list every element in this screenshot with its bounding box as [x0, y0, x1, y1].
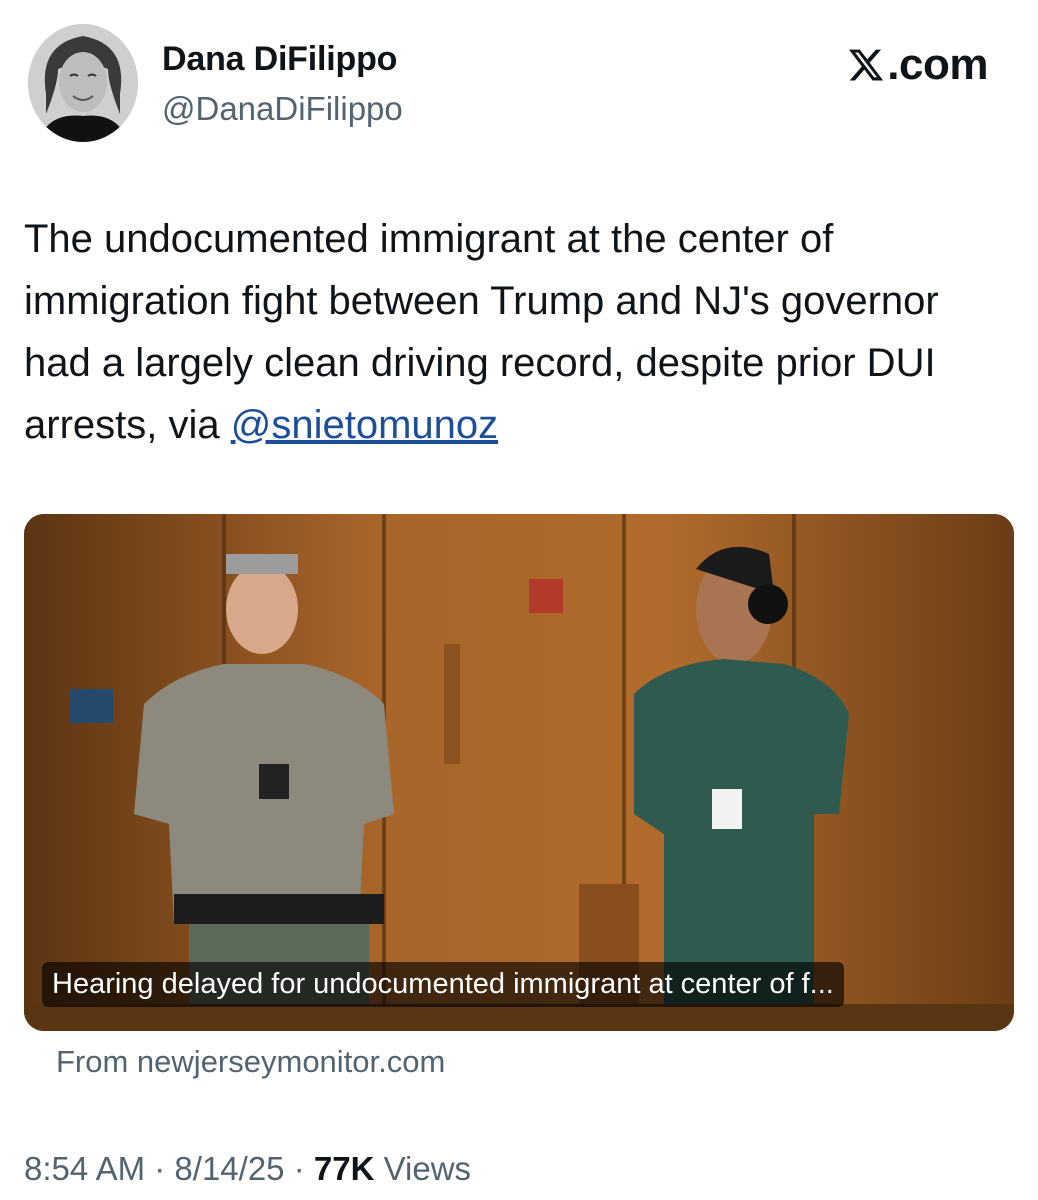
avatar-photo-icon	[28, 24, 138, 142]
card-headline[interactable]: Hearing delayed for undocumented immigra…	[42, 962, 844, 1007]
x-logo-icon	[849, 49, 884, 81]
views-count: 77K	[313, 1150, 375, 1187]
tweet-text: The undocumented immigrant at the center…	[24, 208, 1004, 456]
views-label: Views	[383, 1150, 472, 1187]
tweet-date[interactable]: 8/14/25	[174, 1150, 284, 1187]
tweet-screenshot: Dana DiFilippo @DanaDiFilippo .com The u…	[0, 0, 1038, 1200]
card-photo	[24, 514, 1014, 1031]
card-source[interactable]: From newjerseymonitor.com	[56, 1044, 445, 1080]
mention-link[interactable]: @snietomunoz	[231, 403, 498, 447]
meta-separator: ·	[154, 1150, 166, 1187]
author-display-name[interactable]: Dana DiFilippo	[162, 40, 397, 79]
brand-watermark: .com	[847, 40, 988, 90]
author-avatar[interactable]	[28, 24, 138, 142]
meta-separator: ·	[293, 1150, 305, 1187]
link-card[interactable]: Hearing delayed for undocumented immigra…	[24, 514, 1014, 1031]
brand-domain: .com	[887, 40, 988, 89]
tweet-meta: 8:54 AM · 8/14/25 · 77K Views	[24, 1150, 471, 1188]
tweet-time[interactable]: 8:54 AM	[24, 1150, 145, 1187]
author-handle[interactable]: @DanaDiFilippo	[162, 90, 403, 128]
